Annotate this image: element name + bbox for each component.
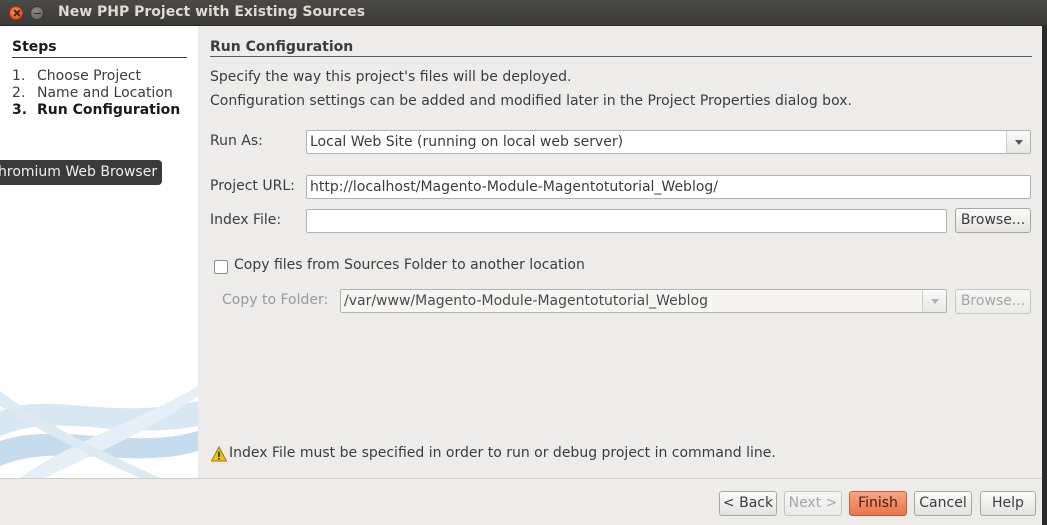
copy-to-folder-value: /var/www/Magento-Module-Magentotutorial_…: [344, 293, 708, 309]
close-window-icon[interactable]: [9, 6, 23, 20]
copy-to-folder-label: Copy to Folder:: [222, 292, 329, 308]
index-file-input[interactable]: [306, 209, 947, 233]
warning-message: Index File must be specified in order to…: [229, 445, 776, 461]
next-button[interactable]: Next >: [784, 491, 842, 516]
run-as-value: Local Web Site (running on local web ser…: [310, 134, 624, 150]
section-divider: [210, 56, 1032, 57]
index-file-label: Index File:: [210, 212, 282, 228]
index-file-browse-button[interactable]: Browse...: [955, 208, 1031, 233]
title-bar: New PHP Project with Existing Sources: [0, 0, 1047, 26]
step-label: Run Configuration: [37, 102, 181, 118]
step-item-name-location: 2. Name and Location: [12, 85, 180, 102]
steps-divider: [12, 57, 187, 58]
steps-panel: Steps 1. Choose Project 2. Name and Locati…: [0, 26, 198, 478]
description-line-2: Configuration settings can be added and …: [210, 93, 852, 109]
project-url-label: Project URL:: [210, 178, 295, 194]
decorative-swoosh-graphic: [0, 386, 198, 478]
finish-button[interactable]: Finish: [849, 491, 907, 516]
copy-files-label[interactable]: Copy files from Sources Folder to anothe…: [234, 257, 585, 273]
copy-files-checkbox[interactable]: [214, 260, 228, 274]
taskbar-tooltip: hromium Web Browser: [0, 160, 162, 185]
project-url-input[interactable]: http://localhost/Magento-Module-Magentot…: [306, 175, 1031, 199]
window-edge: [1042, 26, 1047, 525]
description-line-1: Specify the way this project's files wil…: [210, 69, 572, 85]
run-as-select[interactable]: Local Web Site (running on local web ser…: [306, 130, 1031, 154]
step-item-run-configuration: 3. Run Configuration: [12, 102, 180, 119]
run-as-label: Run As:: [210, 133, 263, 149]
chevron-down-icon[interactable]: [922, 290, 946, 312]
step-item-choose-project: 1. Choose Project: [12, 68, 180, 85]
cancel-button[interactable]: Cancel: [914, 491, 972, 516]
project-url-value: http://localhost/Magento-Module-Magentot…: [310, 179, 719, 195]
section-title: Run Configuration: [210, 39, 354, 55]
step-number: 1.: [12, 68, 26, 84]
step-number: 2.: [12, 85, 26, 101]
copy-to-folder-select[interactable]: /var/www/Magento-Module-Magentotutorial_…: [340, 289, 947, 313]
help-button[interactable]: Help: [980, 491, 1036, 516]
step-number: 3.: [12, 102, 28, 118]
steps-list: 1. Choose Project 2. Name and Location 3. R…: [12, 68, 180, 119]
footer-divider: [0, 478, 1047, 479]
copy-to-folder-browse-button[interactable]: Browse...: [955, 289, 1031, 314]
window-title: New PHP Project with Existing Sources: [58, 4, 366, 20]
step-label: Choose Project: [37, 68, 142, 84]
wizard-dialog: Steps 1. Choose Project 2. Name and Locati…: [0, 26, 1047, 525]
step-label: Name and Location: [37, 85, 173, 101]
minimize-window-icon[interactable]: [30, 6, 44, 20]
warning-icon: [211, 446, 227, 462]
chevron-down-icon[interactable]: [1006, 131, 1030, 153]
steps-heading: Steps: [12, 39, 57, 55]
back-button[interactable]: < Back: [719, 491, 777, 516]
